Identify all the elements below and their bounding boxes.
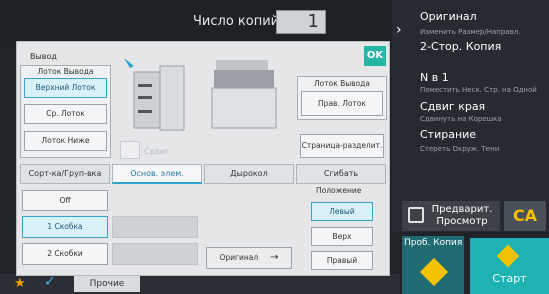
n-in-1-title[interactable]: N в 1: [420, 71, 449, 84]
shift-checkbox[interactable]: [120, 141, 140, 159]
disabled-option-1: [112, 216, 198, 238]
margin-shift-title[interactable]: Сдвиг края: [420, 100, 485, 113]
star-icon[interactable]: ★: [14, 276, 26, 291]
position-left-button[interactable]: Левый: [311, 202, 373, 221]
copies-label: Число копий: [193, 14, 280, 29]
arrow-right-icon: →: [270, 252, 279, 263]
position-label: Положение: [316, 186, 362, 195]
staple-2-button[interactable]: 2 Скобки: [22, 243, 108, 265]
ok-button[interactable]: OK: [364, 46, 386, 66]
copies-input[interactable]: 1: [276, 10, 326, 34]
staple-off-button[interactable]: Off: [22, 190, 108, 211]
preview-icon: [408, 207, 424, 223]
erase-sub: Стереть Окруж. Тени: [420, 145, 500, 153]
margin-shift-sub: Сдвинуть на Корешка: [420, 115, 502, 123]
check-icon[interactable]: ✓: [44, 274, 56, 290]
arrow-icon: [124, 58, 134, 68]
tab-sort-group[interactable]: Сорт-ка/Груп-вка: [20, 164, 110, 184]
chevron-right-icon[interactable]: ›: [396, 22, 402, 38]
bottom-bar: [0, 274, 400, 294]
original-sub: Изменить Размер/Направл.: [420, 28, 521, 36]
right-tray-button[interactable]: Прав. Лоток: [301, 91, 383, 116]
tab-basic[interactable]: Основ. элем.: [112, 164, 202, 184]
clear-all-button[interactable]: CA: [504, 201, 546, 231]
n-in-1-sub: Поместить Неск. Стр. на Одной: [420, 86, 537, 94]
proof-copy-label: Проб. Копия: [404, 238, 463, 248]
shift-label: Сдвиг: [144, 147, 170, 156]
machine-illustration: [124, 58, 277, 131]
original-button[interactable]: Оригинал →: [206, 247, 292, 269]
position-right-button[interactable]: Правый: [311, 251, 373, 270]
middle-tray-button[interactable]: Ср. Лоток: [24, 104, 107, 124]
tab-punch[interactable]: Дырокол: [204, 164, 294, 184]
page-separator-button[interactable]: Страница-разделит.: [300, 134, 384, 158]
duplex-title[interactable]: 2-Стор. Копия: [420, 40, 501, 53]
output-tray-label-left: Лоток Вывода: [37, 67, 94, 76]
staple-1-button[interactable]: 1 Скобка: [22, 216, 108, 238]
output-tray-label-right: Лоток Вывода: [314, 79, 370, 88]
dialog-title: Вывод: [30, 52, 57, 61]
start-label: Старт: [492, 272, 527, 285]
erase-title[interactable]: Стирание: [420, 128, 476, 141]
original-title[interactable]: Оригинал: [420, 10, 477, 23]
disabled-option-2: [112, 243, 198, 265]
lower-tray-button[interactable]: Лоток Ниже: [24, 131, 107, 151]
original-button-label: Оригинал: [219, 253, 259, 262]
other-button[interactable]: Прочие: [74, 276, 140, 292]
tab-fold[interactable]: Сгибать: [296, 164, 386, 184]
position-top-button[interactable]: Верх: [311, 227, 373, 246]
upper-tray-button[interactable]: Верхний Лоток: [24, 78, 107, 98]
